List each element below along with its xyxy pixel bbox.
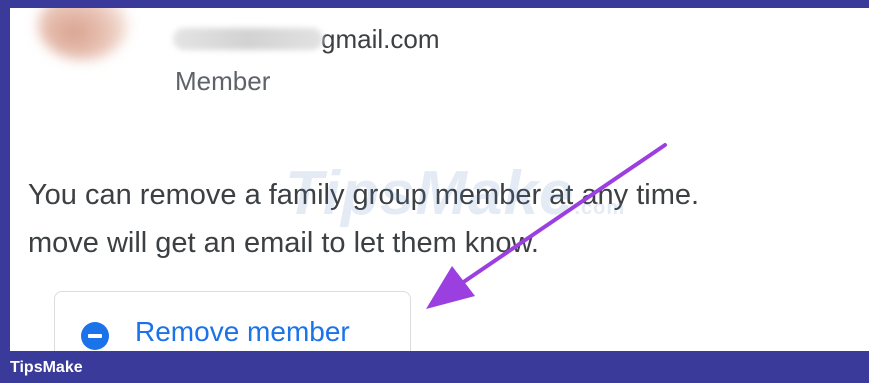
- description-line-1: You can remove a family group member at …: [28, 179, 700, 211]
- avatar: [38, 8, 128, 60]
- member-email: gmail.com: [173, 22, 439, 56]
- family-member-panel: gmail.com Member You can remove a family…: [10, 8, 869, 351]
- remove-member-button[interactable]: Remove member: [54, 291, 411, 351]
- remove-member-label: Remove member: [135, 316, 350, 347]
- member-role: Member: [175, 66, 271, 96]
- footer-brand: TipsMake: [10, 359, 83, 376]
- remove-description: You can remove a family group member at …: [28, 171, 869, 267]
- member-email-text: gmail.com: [321, 23, 440, 54]
- footer-bar: TipsMake: [0, 351, 869, 383]
- email-redaction: [173, 28, 323, 50]
- description-line-2: move will get an email to let them know.: [28, 227, 539, 259]
- minus-circle-icon: [81, 322, 109, 350]
